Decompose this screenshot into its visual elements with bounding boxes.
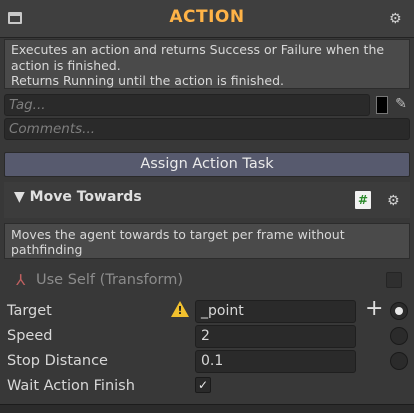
eyedropper-icon[interactable]: ✎: [393, 96, 409, 114]
tag-color-swatch[interactable]: [376, 96, 388, 114]
speed-label: Speed: [7, 328, 53, 344]
target-label: Target: [7, 303, 52, 319]
comments-input[interactable]: Comments...: [4, 118, 410, 140]
panel-bottom-divider: [0, 404, 414, 413]
wait-action-finish-label: Wait Action Finish: [7, 378, 135, 394]
speed-variable-toggle[interactable]: [390, 327, 408, 345]
plus-icon[interactable]: +: [365, 298, 383, 320]
gear-icon[interactable]: ⚙: [389, 12, 402, 26]
wait-action-finish-checkbox[interactable]: ✓: [195, 377, 211, 393]
task-description: Moves the agent towards to target per fr…: [4, 223, 410, 259]
speed-input[interactable]: 2: [195, 325, 356, 348]
stop-distance-input[interactable]: 0.1: [195, 350, 356, 373]
script-icon[interactable]: #: [355, 191, 371, 209]
use-self-label: Use Self (Transform): [36, 272, 184, 288]
target-input[interactable]: _point: [195, 300, 356, 323]
node-description: Executes an action and returns Success o…: [4, 39, 410, 89]
task-gear-icon[interactable]: ⚙: [387, 194, 400, 208]
transform-axes-icon: ⅄: [16, 271, 26, 289]
use-self-checkbox[interactable]: [386, 272, 402, 288]
stop-distance-label: Stop Distance: [7, 353, 108, 369]
stop-distance-variable-toggle[interactable]: [390, 352, 408, 370]
node-title: ACTION: [169, 7, 245, 27]
assign-action-task-button[interactable]: Assign Action Task: [4, 152, 410, 177]
triangle-down-icon: ▼: [14, 189, 25, 205]
warning-mark: !: [177, 304, 183, 317]
task-title[interactable]: ▼ Move Towards: [14, 189, 142, 205]
target-variable-toggle[interactable]: [390, 302, 408, 320]
tag-input[interactable]: Tag...: [4, 94, 370, 116]
